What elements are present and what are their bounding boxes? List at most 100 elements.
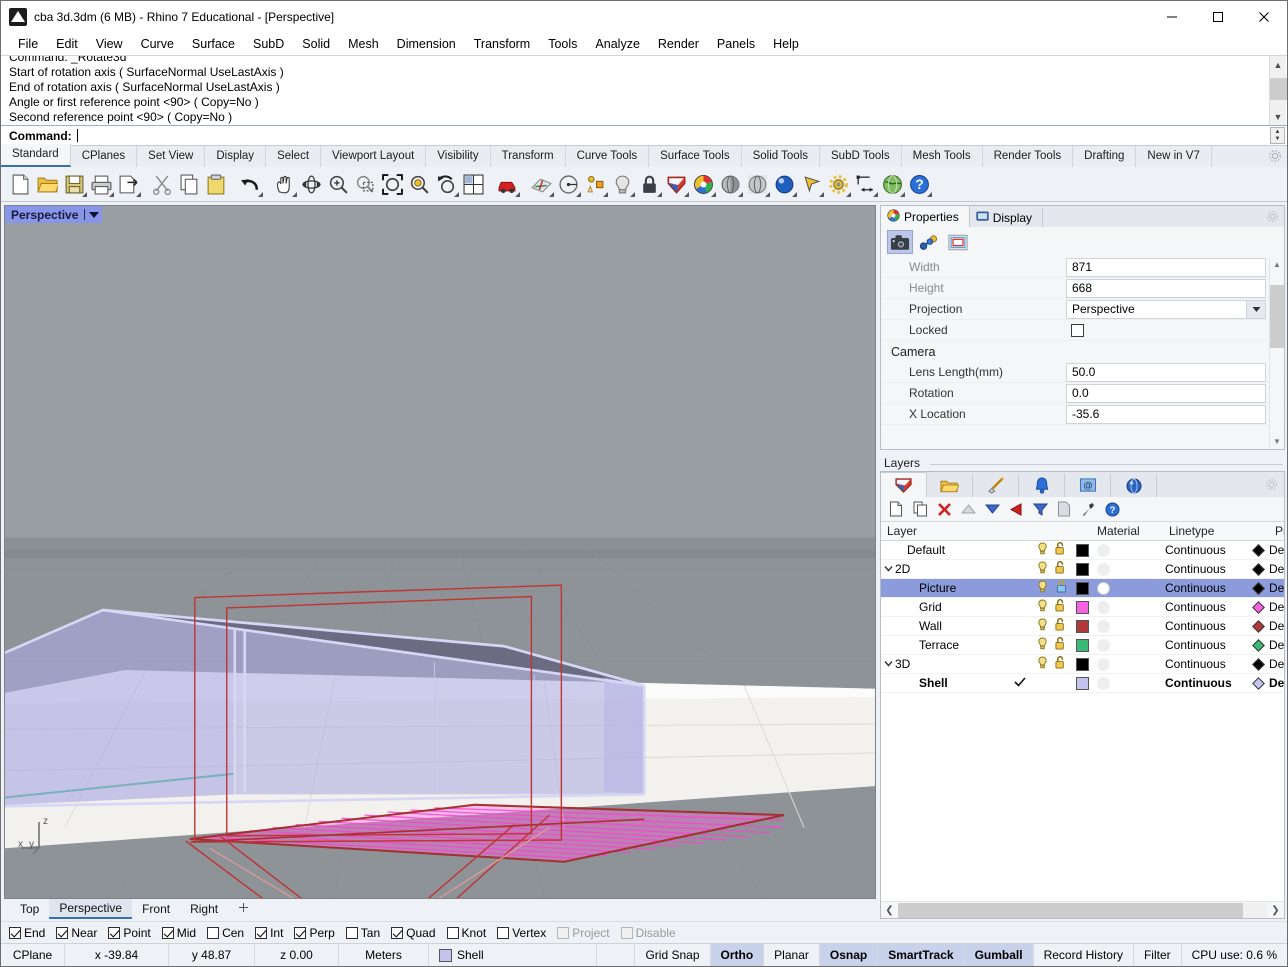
menu-item-help[interactable]: Help [764,34,808,54]
layers-shield-icon[interactable] [663,171,690,198]
cplane-icon[interactable] [528,171,555,198]
command-prompt-spinner[interactable]: ▲ ▼ [1270,127,1285,144]
osnap-checkbox[interactable] [557,927,569,939]
scrollbar-thumb[interactable] [1270,78,1287,100]
layer-material-swatch[interactable] [1093,601,1165,614]
layer-print-width[interactable]: Default [1269,562,1284,576]
layer-row[interactable]: Picture Continuous Default [881,579,1284,598]
menu-item-solid[interactable]: Solid [293,34,339,54]
toolbar-tab-render-tools[interactable]: Render Tools [983,146,1074,167]
layer-print-color-diamond[interactable] [1247,546,1269,555]
menu-item-view[interactable]: View [87,34,132,54]
toolbar-tab-subd-tools[interactable]: SubD Tools [820,146,902,167]
viewport-tab-right[interactable]: Right [180,900,228,918]
layer-material-swatch[interactable] [1093,677,1165,690]
layer-print-width[interactable]: Default [1269,657,1284,671]
copy-layer-icon[interactable] [909,499,931,520]
osnap-checkbox[interactable] [56,927,68,939]
layer-row[interactable]: Default Continuous Default [881,541,1284,560]
osnap-int[interactable]: Int [255,926,283,940]
layer-color-swatch[interactable] [1071,601,1093,614]
zoom-in-icon[interactable] [325,171,352,198]
shaded-sphere-icon[interactable] [717,171,744,198]
toolbar-tab-standard[interactable]: Standard [1,144,71,167]
layer-print-width[interactable]: Default [1269,543,1284,557]
viewport-title[interactable]: Perspective [5,206,102,223]
plus-icon[interactable] [228,900,259,918]
layer-color-swatch[interactable] [1071,582,1093,595]
scroll-down-icon[interactable]: ▼ [1270,108,1286,125]
layers-column-header[interactable]: Linetype [1165,524,1247,538]
layer-name-cell[interactable]: Picture [881,581,1007,595]
layer-color-swatch[interactable] [1071,544,1093,557]
layer-print-width[interactable]: Default [1269,600,1284,614]
four-viewports-icon[interactable] [460,171,487,198]
pan-hand-icon[interactable] [271,171,298,198]
layer-material-swatch[interactable] [1093,544,1165,557]
save-icon[interactable] [61,171,88,198]
layers-column-header[interactable]: Layer [881,524,1007,538]
osnap-end[interactable]: End [9,926,45,940]
toolbar-tab-surface-tools[interactable]: Surface Tools [649,146,741,167]
osnap-vertex[interactable]: Vertex [497,926,546,940]
layer-name-cell[interactable]: 2D [881,562,1007,576]
layer-row[interactable]: 3DContinuousDefault [881,655,1284,674]
toolbar-tab-drafting[interactable]: Drafting [1073,146,1136,167]
viewport-frame-icon[interactable] [945,230,971,254]
menu-item-dimension[interactable]: Dimension [388,34,465,54]
perspective-viewport[interactable]: Perspective [4,205,876,899]
toolbar-tab-visibility[interactable]: Visibility [426,146,490,167]
menu-item-mesh[interactable]: Mesh [339,34,388,54]
layer-print-color-diamond[interactable] [1247,603,1269,612]
tab-display[interactable]: Display [970,208,1043,227]
property-value[interactable]: 0.0 [1066,384,1266,403]
status-units[interactable]: Meters [339,944,429,966]
layer-print-width[interactable]: Default [1269,581,1284,595]
layer-print-color-diamond[interactable] [1247,584,1269,593]
gear-icon[interactable] [1265,478,1278,494]
arrow-cursor-icon[interactable] [798,171,825,198]
menu-item-edit[interactable]: Edit [47,34,87,54]
layer-color-swatch[interactable] [1071,658,1093,671]
toolbar-tab-solid-tools[interactable]: Solid Tools [742,146,820,167]
osnap-cen[interactable]: Cen [207,926,244,940]
layer-name-cell[interactable]: Wall [881,619,1007,633]
layer-lock-icon[interactable] [1051,580,1071,596]
zoom-selected-icon[interactable] [406,171,433,198]
osnap-checkbox[interactable] [207,927,219,939]
layers-horizontal-scrollbar[interactable]: ❮ ❯ [881,901,1284,918]
layer-name-cell[interactable]: Shell [881,676,1007,690]
layer-name-cell[interactable]: Default [881,543,1007,557]
layer-linetype[interactable]: Continuous [1165,562,1247,576]
layer-visibility-bulb-icon[interactable] [1033,618,1051,634]
toolbar-tab-transform[interactable]: Transform [491,146,566,167]
move-up-icon[interactable] [957,499,979,520]
chevron-down-icon[interactable] [881,564,895,574]
layer-linetype[interactable]: Continuous [1165,581,1247,595]
osnap-perp[interactable]: Perp [294,926,334,940]
help-question-icon[interactable]: ? [906,171,933,198]
osnap-checkbox[interactable] [255,927,267,939]
toolbar-tab-cplanes[interactable]: CPlanes [71,146,137,167]
scroll-up-icon[interactable]: ▲ [1270,257,1284,271]
layer-material-swatch[interactable] [1093,639,1165,652]
status-toggle-gumball[interactable]: Gumball [965,944,1034,966]
osnap-disable[interactable]: Disable [621,926,676,940]
dimension-icon[interactable] [852,171,879,198]
spin-up-icon[interactable]: ▲ [1271,128,1284,136]
osnap-near[interactable]: Near [56,926,97,940]
layer-linetype[interactable]: Continuous [1165,676,1247,690]
rotate-view-icon[interactable] [298,171,325,198]
toolbar-tab-select[interactable]: Select [266,146,321,167]
menu-item-file[interactable]: File [9,34,47,54]
layer-linetype[interactable]: Continuous [1165,543,1247,557]
tab-notifications[interactable] [1019,474,1065,497]
zoom-extents-icon[interactable] [379,171,406,198]
layer-current-check[interactable] [1007,676,1033,690]
menu-item-surface[interactable]: Surface [183,34,244,54]
menu-item-render[interactable]: Render [649,34,708,54]
property-select[interactable]: Perspective [1066,300,1266,319]
camera-icon[interactable] [887,230,913,254]
toolbar-tab-display[interactable]: Display [205,146,266,167]
layer-visibility-bulb-icon[interactable] [1033,656,1051,672]
